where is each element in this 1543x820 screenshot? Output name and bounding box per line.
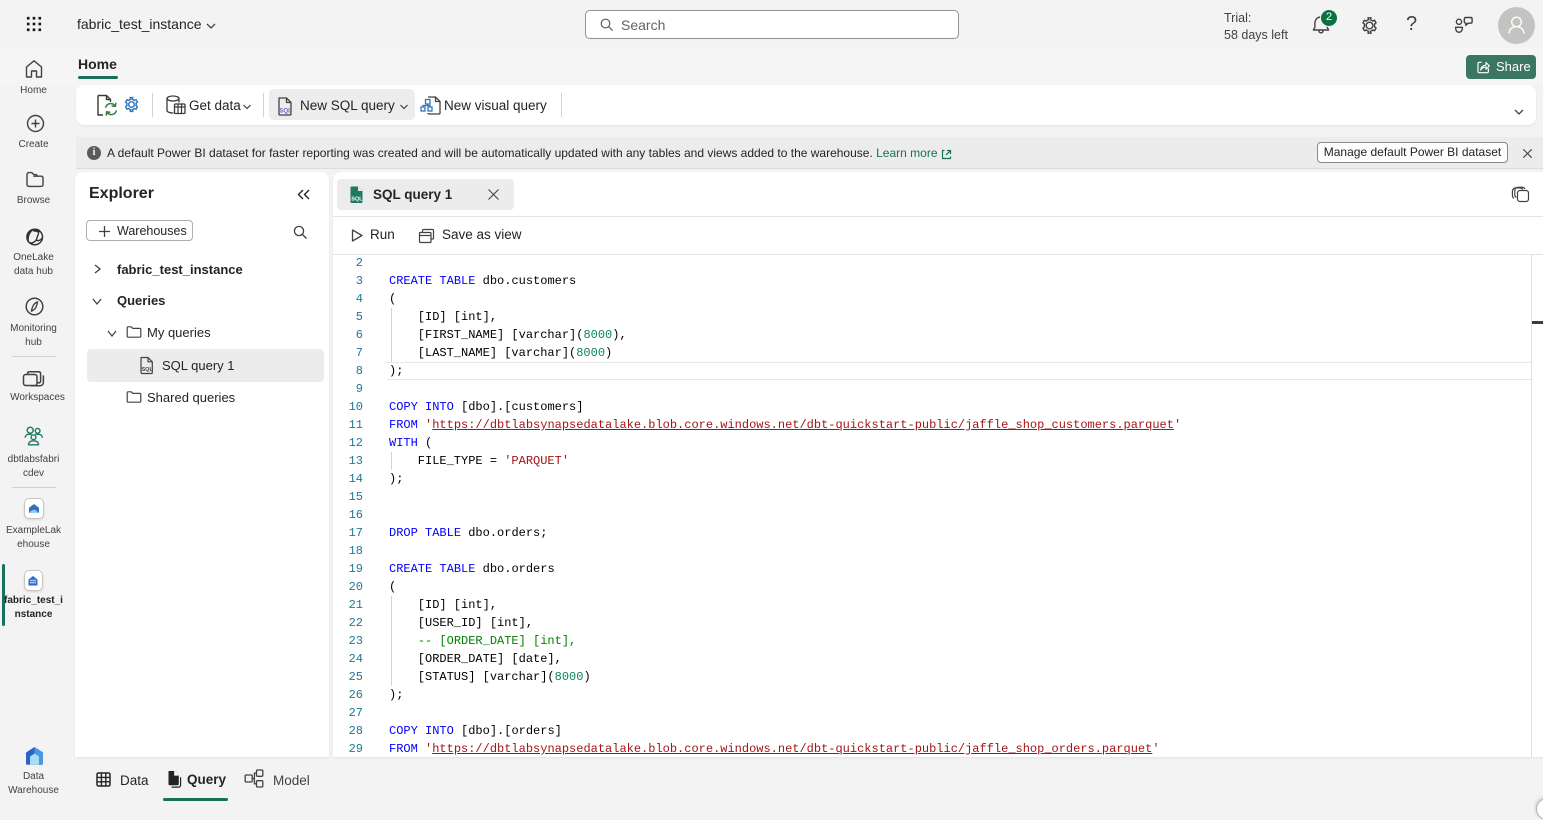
- svg-text:SQL: SQL: [142, 367, 154, 373]
- svg-text:SQL: SQL: [280, 109, 293, 115]
- svg-text:SQL: SQL: [351, 197, 363, 203]
